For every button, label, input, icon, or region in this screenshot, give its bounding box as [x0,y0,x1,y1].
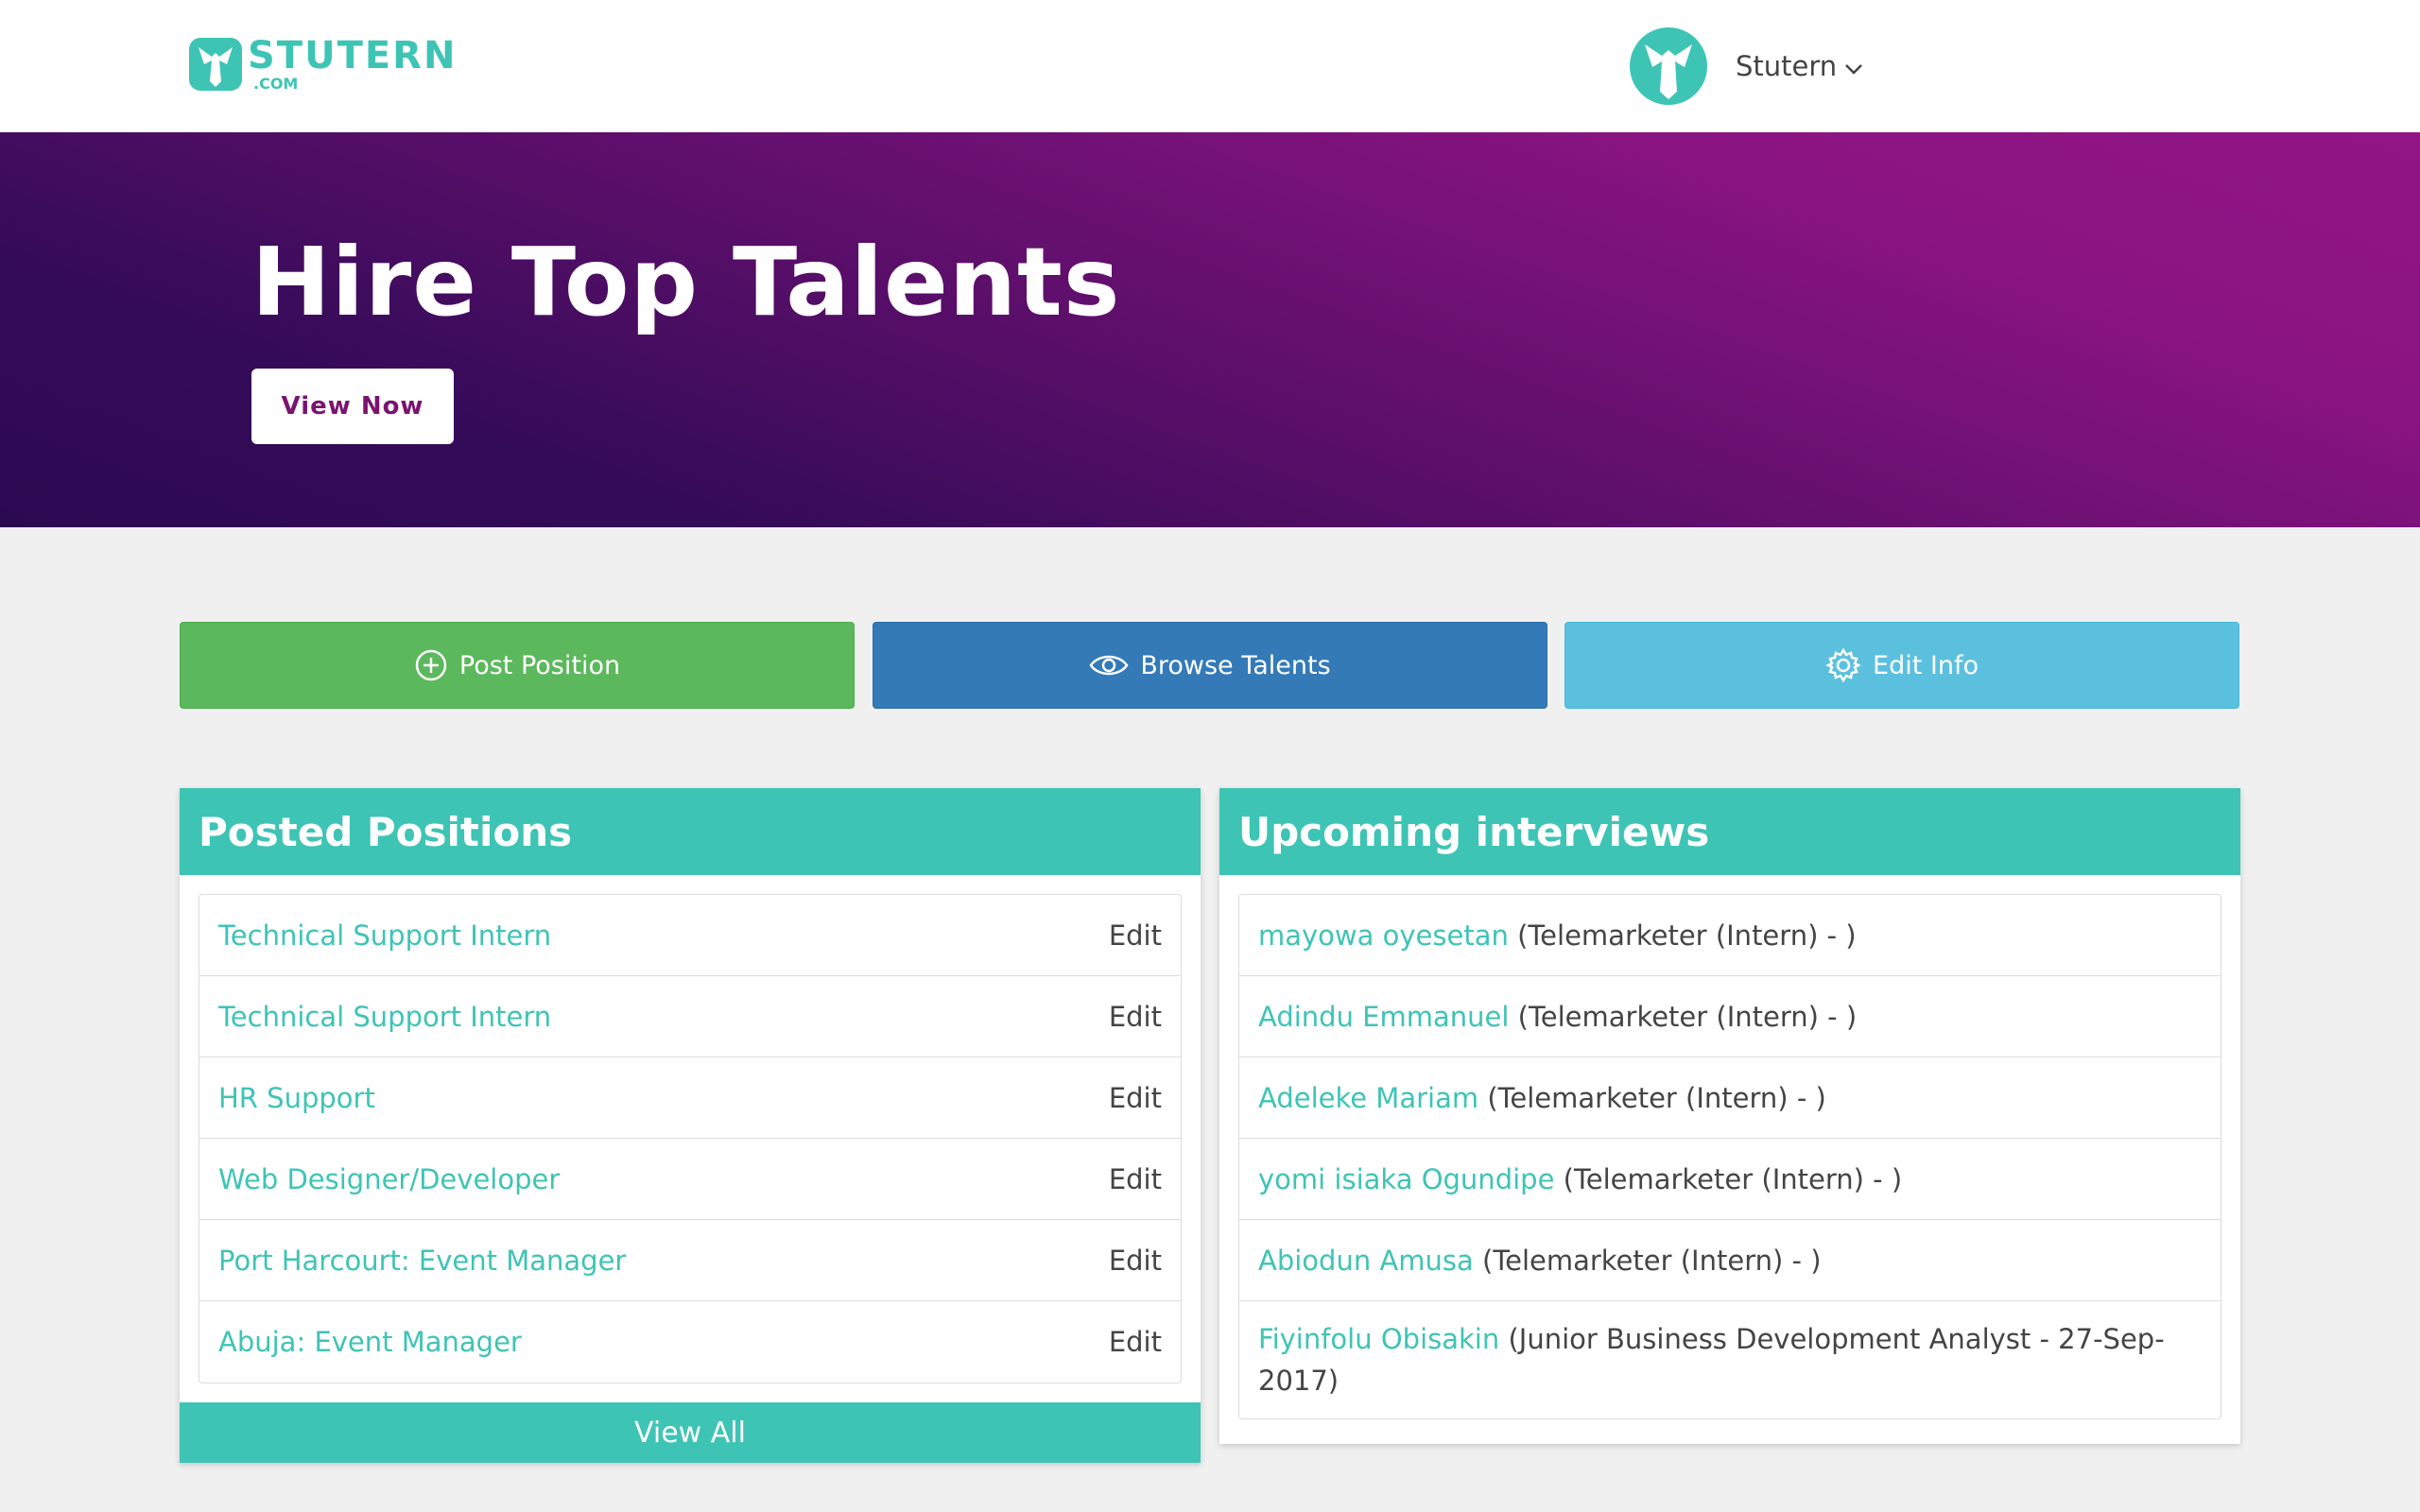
logo-wordmark: STUTERN [248,34,458,77]
posted-positions-panel: Posted Positions Technical Support Inter… [180,788,1201,1463]
list-item: Fiyinfolu Obisakin (Junior Business Deve… [1239,1301,2221,1418]
position-link[interactable]: Port Harcourt: Event Manager [218,1245,626,1277]
plus-circle-icon [415,649,447,681]
position-link[interactable]: Technical Support Intern [218,1001,551,1033]
candidate-link[interactable]: Fiyinfolu Obisakin [1258,1323,1499,1355]
edit-info-button[interactable]: Edit Info [1564,622,2239,709]
edit-link[interactable]: Edit [1109,1326,1162,1358]
hero-title: Hire Top Talents [251,227,1121,337]
view-now-button[interactable]: View Now [251,369,454,444]
top-navbar: STUTERN .COM Stutern [0,0,2420,132]
edit-link[interactable]: Edit [1109,1245,1162,1277]
hero-banner: Hire Top Talents View Now [0,132,2420,527]
upcoming-interviews-panel: Upcoming interviews mayowa oyesetan (Tel… [1219,788,2240,1444]
edit-info-label: Edit Info [1873,650,1979,680]
interview-detail: (Telemarketer (Intern) - ) [1487,1081,1826,1114]
stutern-logo[interactable]: STUTERN .COM [189,36,457,93]
tie-avatar-icon [1645,44,1692,99]
list-item: mayowa oyesetan (Telemarketer (Intern) -… [1239,895,2221,976]
avatar[interactable] [1630,27,1707,105]
gear-icon [1825,647,1861,683]
logo-domain: .COM [253,75,299,93]
tie-logo-icon [189,38,242,91]
list-item: Adeleke Mariam (Telemarketer (Intern) - … [1239,1057,2221,1139]
browse-talents-label: Browse Talents [1140,650,1331,680]
interview-detail: (Telemarketer (Intern) - ) [1517,1000,1858,1033]
list-item: HR Support Edit [199,1057,1181,1139]
chevron-down-icon[interactable] [1844,62,1863,76]
post-position-button[interactable]: Post Position [180,622,855,709]
list-item: Abiodun Amusa (Telemarketer (Intern) - ) [1239,1220,2221,1301]
edit-link[interactable]: Edit [1109,1001,1162,1033]
position-link[interactable]: Abuja: Event Manager [218,1326,522,1358]
view-all-button[interactable]: View All [180,1402,1201,1463]
post-position-label: Post Position [458,650,621,680]
posted-positions-title: Posted Positions [180,788,1201,875]
position-link[interactable]: Technical Support Intern [218,919,551,952]
candidate-link[interactable]: yomi isiaka Ogundipe [1258,1163,1554,1195]
candidate-link[interactable]: Adindu Emmanuel [1258,1001,1509,1033]
candidate-link[interactable]: Adeleke Mariam [1258,1082,1478,1114]
list-item: Web Designer/Developer Edit [199,1139,1181,1220]
posted-positions-list: Technical Support Intern Edit Technical … [199,894,1182,1383]
interview-detail: (Telemarketer (Intern) - ) [1563,1162,1903,1195]
interviews-list: mayowa oyesetan (Telemarketer (Intern) -… [1238,894,2221,1419]
interview-detail: (Telemarketer (Intern) - ) [1482,1244,1822,1277]
edit-link[interactable]: Edit [1109,919,1162,952]
browse-talents-button[interactable]: Browse Talents [873,622,1547,709]
user-menu[interactable]: Stutern [1630,26,1863,106]
edit-link[interactable]: Edit [1109,1163,1162,1195]
list-item: Technical Support Intern Edit [199,976,1181,1057]
upcoming-interviews-title: Upcoming interviews [1219,788,2240,875]
eye-icon [1089,655,1129,676]
candidate-link[interactable]: mayowa oyesetan [1258,919,1509,952]
user-name[interactable]: Stutern [1736,50,1837,82]
list-item: Port Harcourt: Event Manager Edit [199,1220,1181,1301]
position-link[interactable]: HR Support [218,1082,375,1114]
interview-detail: (Telemarketer (Intern) - ) [1517,919,1857,952]
candidate-link[interactable]: Abiodun Amusa [1258,1245,1474,1277]
edit-link[interactable]: Edit [1109,1082,1162,1114]
list-item: yomi isiaka Ogundipe (Telemarketer (Inte… [1239,1139,2221,1220]
list-item: Adindu Emmanuel (Telemarketer (Intern) -… [1239,976,2221,1057]
list-item: Technical Support Intern Edit [199,895,1181,976]
position-link[interactable]: Web Designer/Developer [218,1163,560,1195]
list-item: Abuja: Event Manager Edit [199,1301,1181,1383]
